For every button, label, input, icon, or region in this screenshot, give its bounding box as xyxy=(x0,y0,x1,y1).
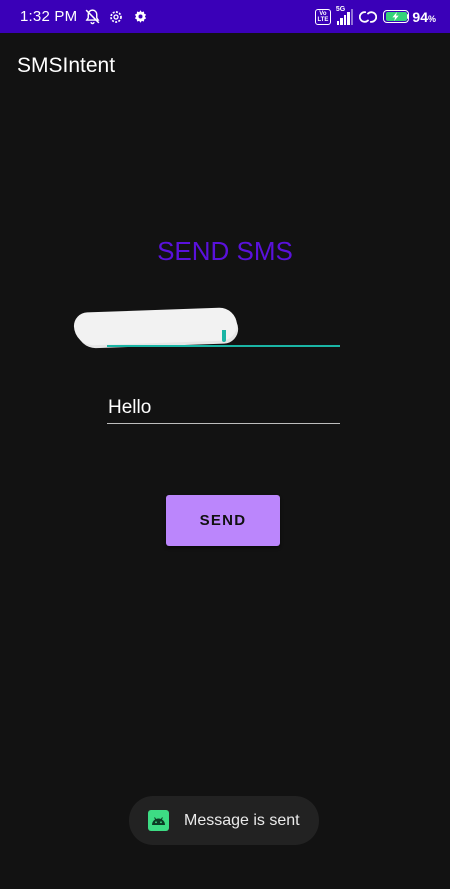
battery-indicator: 94% xyxy=(383,9,436,25)
app-title: SMSIntent xyxy=(17,54,116,77)
app-bar: SMSIntent xyxy=(0,33,450,99)
sync-icon xyxy=(359,8,378,26)
app-screen: 1:32 PM Vo LTE 5G 94% SMSIntent SEND SMS… xyxy=(0,0,450,889)
network-type-label: 5G xyxy=(335,5,346,13)
volte-bottom-label: LTE xyxy=(317,16,329,23)
signal-icon: 5G xyxy=(335,5,354,25)
battery-percent-unit: % xyxy=(427,13,436,24)
phone-field-underline xyxy=(107,344,340,347)
no-notifications-icon xyxy=(83,8,101,26)
gear-icon xyxy=(131,8,149,26)
status-time: 1:32 PM xyxy=(20,8,78,25)
send-sms-heading: SEND SMS xyxy=(157,236,293,266)
status-right: Vo LTE 5G 94% xyxy=(314,5,436,26)
status-bar: 1:32 PM Vo LTE 5G 94% xyxy=(0,0,450,33)
redaction-mark xyxy=(73,307,238,346)
volte-icon: Vo LTE xyxy=(314,8,331,25)
text-cursor xyxy=(222,330,226,342)
message-field[interactable]: Hello xyxy=(107,392,340,424)
settings-icon xyxy=(107,8,125,26)
status-left: 1:32 PM xyxy=(20,8,149,26)
send-button-label: SEND xyxy=(199,512,247,529)
send-button[interactable]: SEND xyxy=(166,495,280,546)
android-icon xyxy=(148,810,169,831)
message-field-value: Hello xyxy=(108,397,152,418)
toast-message: Message is sent xyxy=(184,811,300,829)
message-field-underline xyxy=(107,422,340,424)
toast: Message is sent xyxy=(129,796,319,845)
phone-number-field[interactable] xyxy=(73,305,340,347)
battery-icon xyxy=(383,10,410,23)
battery-percent-value: 94 xyxy=(412,8,428,25)
battery-percent: 94% xyxy=(412,9,436,25)
